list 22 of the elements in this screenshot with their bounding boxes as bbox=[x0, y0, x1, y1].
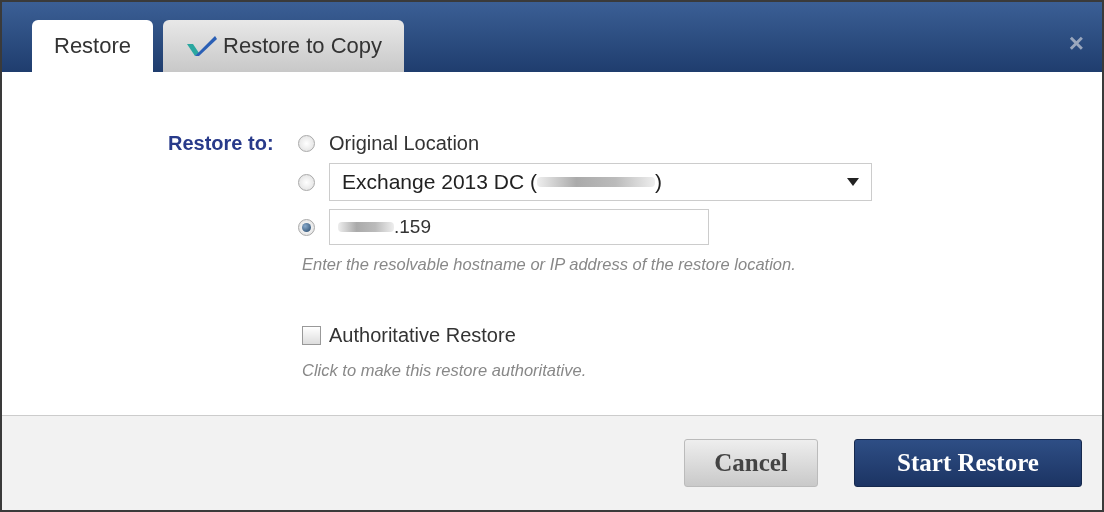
restore-to-label: Restore to: bbox=[168, 132, 275, 155]
radio-button[interactable] bbox=[298, 135, 315, 152]
hint-text: Click to make this restore authoritative. bbox=[302, 361, 588, 380]
hint-text: Enter the resolvable hostname or IP address of the restore location. bbox=[302, 255, 797, 274]
hostname-field[interactable]: .159 bbox=[329, 209, 709, 245]
caret-icon bbox=[847, 178, 859, 186]
start-restore-button[interactable]: Start Restore bbox=[854, 439, 1082, 487]
option-label: Original Location bbox=[329, 132, 480, 155]
radio-button[interactable] bbox=[298, 218, 315, 236]
checkbox-label: Authoritative Restore bbox=[329, 324, 516, 347]
close-button[interactable]: × bbox=[1068, 28, 1084, 59]
tab[interactable]: Restore to Copy bbox=[163, 20, 404, 72]
radio-button[interactable] bbox=[298, 173, 315, 191]
cancel-button[interactable]: Cancel bbox=[684, 439, 818, 487]
dropdown-text: Exchange 2013 DC ( bbox=[342, 170, 537, 194]
location-dropdown[interactable]: Exchange 2013 DC ( ) bbox=[329, 163, 872, 201]
field-value: .159 bbox=[394, 216, 431, 238]
checkmark-icon bbox=[185, 34, 220, 58]
checkbox[interactable] bbox=[302, 326, 321, 345]
redacted-blur bbox=[338, 222, 394, 232]
tab[interactable]: Restore bbox=[32, 20, 154, 72]
dropdown-text: ) bbox=[654, 170, 662, 194]
